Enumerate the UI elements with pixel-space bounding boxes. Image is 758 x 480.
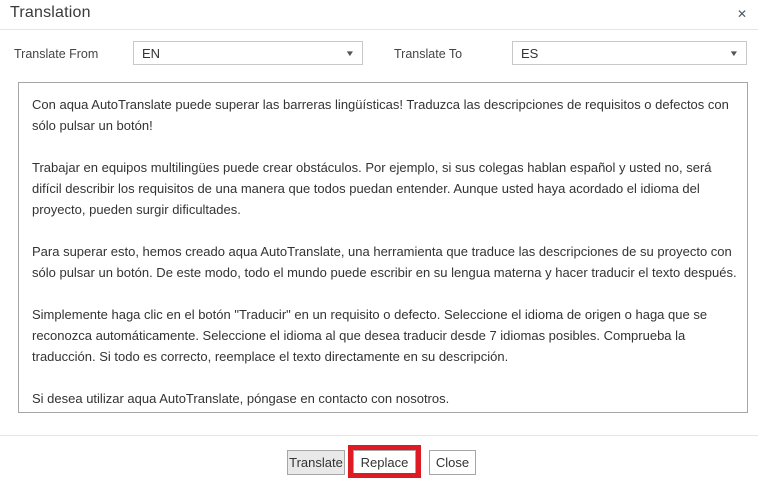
- header-divider: [0, 29, 758, 30]
- close-icon[interactable]: ✕: [733, 5, 751, 23]
- translation-text-area[interactable]: Con aqua AutoTranslate puede superar las…: [18, 82, 748, 413]
- translate-from-value: EN: [142, 46, 160, 61]
- translation-paragraph: Si desea utilizar aqua AutoTranslate, pó…: [32, 388, 737, 409]
- page-title: Translation: [10, 4, 91, 22]
- translate-from-select[interactable]: EN ▼: [133, 41, 363, 65]
- translation-paragraph: Con aqua AutoTranslate puede superar las…: [32, 94, 737, 136]
- translation-paragraph: Para superar esto, hemos creado aqua Aut…: [32, 241, 737, 283]
- translation-paragraph: Trabajar en equipos multilingües puede c…: [32, 157, 737, 220]
- close-button[interactable]: Close: [429, 450, 476, 475]
- chevron-down-icon: ▼: [345, 49, 355, 58]
- translate-to-select[interactable]: ES ▼: [512, 41, 747, 65]
- translate-to-value: ES: [521, 46, 538, 61]
- translate-button[interactable]: Translate: [287, 450, 345, 475]
- translation-paragraph: Simplemente haga clic en el botón "Tradu…: [32, 304, 737, 367]
- chevron-down-icon: ▼: [729, 49, 739, 58]
- replace-button[interactable]: Replace: [353, 450, 416, 474]
- footer-divider: [0, 435, 758, 436]
- translate-to-label: Translate To: [394, 47, 462, 61]
- translate-from-label: Translate From: [14, 47, 98, 61]
